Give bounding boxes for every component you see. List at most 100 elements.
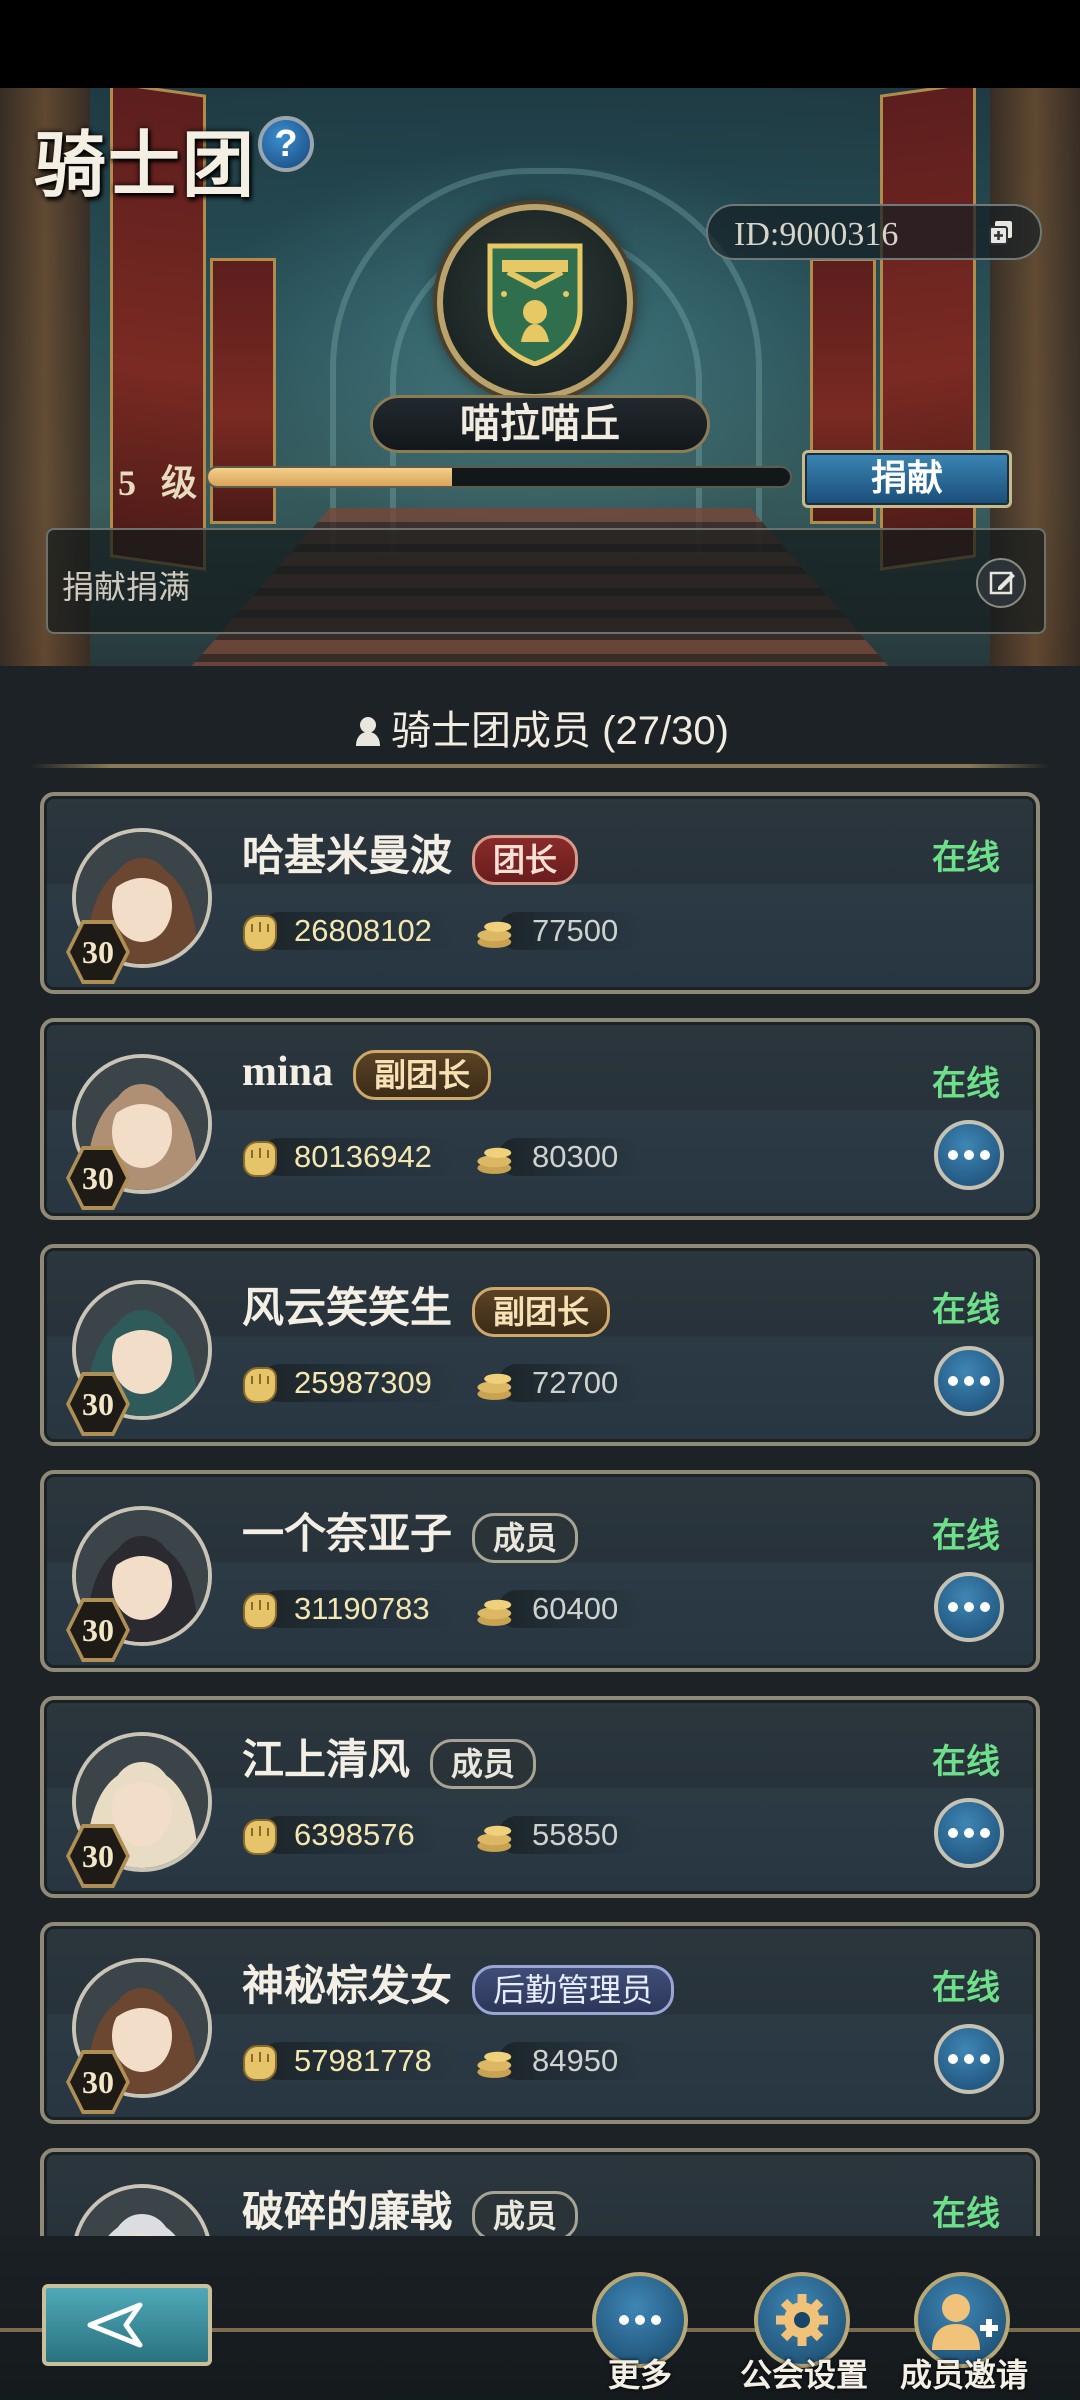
- member-options-button[interactable]: [934, 1798, 1004, 1868]
- power-stat: 26808102: [236, 908, 458, 954]
- member-name: mina: [242, 1049, 334, 1095]
- member-name-row: 破碎的廉戟 成员: [242, 2178, 579, 2236]
- help-button[interactable]: ?: [258, 116, 314, 172]
- edit-icon: [989, 571, 1015, 595]
- power-value: 6398576: [260, 1816, 441, 1854]
- role-badge: 团长: [472, 835, 579, 886]
- power-stat: 6398576: [236, 1812, 456, 1858]
- online-status: 在线: [932, 1743, 1000, 1781]
- member-name-row: 一个奈亚子 成员: [242, 1500, 579, 1564]
- more-options-icon: [938, 2028, 1000, 2090]
- guild-notice-text: 捐献捐满: [62, 569, 191, 605]
- coin-stack-icon: [477, 2051, 512, 2078]
- member-card[interactable]: 30 风云笑笑生 副团长 在线 25987309 72700: [40, 1244, 1040, 1446]
- coin-stat: 84950: [474, 2038, 674, 2084]
- coin-stack-icon: [477, 1373, 512, 1400]
- online-status: 在线: [932, 2195, 1000, 2233]
- power-value: 25987309: [260, 1364, 458, 1402]
- more-options-icon: [938, 1124, 1000, 1186]
- coin-stack-icon: [477, 1599, 512, 1626]
- guild-level-progress: [206, 466, 792, 488]
- member-name-row: 江上清风 成员: [242, 1726, 537, 1790]
- page-title: 骑士团: [34, 126, 257, 206]
- power-value: 80136942: [260, 1138, 458, 1176]
- guild-settings-label: 公会设置: [740, 2357, 869, 2393]
- shield-icon: [487, 243, 583, 366]
- coin-stat: 72700: [474, 1360, 674, 1406]
- member-card[interactable]: 30 mina 副团长 在线 80136942 80300: [40, 1018, 1040, 1220]
- member-list[interactable]: 30 哈基米曼波 团长 在线 26808102 77500 30 mina 副团长 在线 80136…: [0, 788, 1080, 2236]
- status-bar: [0, 0, 1080, 88]
- role-badge: 副团长: [353, 1050, 492, 1101]
- member-name: 一个奈亚子: [242, 1512, 453, 1558]
- fist-icon: [243, 1367, 277, 1403]
- edit-notice-button[interactable]: [976, 558, 1026, 608]
- member-card[interactable]: 30 江上清风 成员 在线 6398576 55850: [40, 1696, 1040, 1898]
- power-value: 31190783: [260, 1590, 456, 1628]
- role-badge: 成员: [472, 2191, 579, 2236]
- fist-icon: [243, 1141, 277, 1177]
- power-stat: 80136942: [236, 1134, 458, 1180]
- more-label: 更多: [607, 2357, 672, 2393]
- coin-stat: 80300: [474, 1134, 674, 1180]
- member-name: 江上清风: [242, 1738, 411, 1784]
- member-name-row: 神秘棕发女 后勤管理员: [242, 1952, 675, 2016]
- member-icon: [356, 717, 381, 746]
- power-value: 26808102: [260, 912, 458, 950]
- role-badge: 成员: [430, 1739, 537, 1790]
- guild-id: ID:9000316: [734, 216, 899, 253]
- member-card[interactable]: 破碎的廉戟 成员 在线: [40, 2148, 1040, 2236]
- coin-value: 84950: [498, 2042, 645, 2080]
- members-section-label: 骑士团成员 (27/30): [391, 709, 729, 753]
- coin-value: 60400: [498, 1590, 645, 1628]
- coin-stack-icon: [477, 1825, 512, 1852]
- back-button[interactable]: [42, 2284, 212, 2366]
- guild-name-plate: 喵拉喵丘: [370, 395, 710, 453]
- member-name: 风云笑笑生: [242, 1286, 453, 1332]
- online-status: 在线: [932, 1065, 1000, 1103]
- member-options-button[interactable]: [934, 1346, 1004, 1416]
- member-card[interactable]: 30 一个奈亚子 成员 在线 31190783 60400: [40, 1470, 1040, 1672]
- guild-id-pill: ID:9000316: [706, 204, 1042, 260]
- power-stat: 31190783: [236, 1586, 456, 1632]
- fist-icon: [243, 915, 277, 951]
- member-card[interactable]: 30 哈基米曼波 团长 在线 26808102 77500: [40, 792, 1040, 994]
- guild-emblem: [437, 204, 633, 400]
- member-card[interactable]: 30 神秘棕发女 后勤管理员 在线 57981778 84950: [40, 1922, 1040, 2124]
- member-name: 破碎的廉戟: [242, 2190, 453, 2236]
- guild-level-progress-fill: [208, 468, 453, 486]
- role-badge: 成员: [472, 1513, 579, 1564]
- member-options-button[interactable]: [934, 2024, 1004, 2094]
- help-icon: ?: [274, 122, 298, 165]
- member-name-row: mina 副团长: [242, 1048, 492, 1101]
- coin-value: 77500: [498, 912, 645, 950]
- avatar[interactable]: [72, 2184, 212, 2236]
- section-divider: [30, 764, 1050, 768]
- fist-icon: [243, 2045, 277, 2081]
- fist-icon: [243, 1819, 277, 1855]
- member-name-row: 风云笑笑生 副团长: [242, 1274, 611, 1338]
- member-name: 神秘棕发女: [242, 1964, 453, 2010]
- coin-stack-icon: [477, 921, 512, 948]
- coin-value: 55850: [498, 1816, 645, 1854]
- donate-button[interactable]: 捐献: [802, 450, 1012, 508]
- guild-level: 5 级: [118, 463, 206, 503]
- avatar-portrait: [76, 2188, 208, 2236]
- guild-name: 喵拉喵丘: [460, 401, 620, 446]
- member-name-row: 哈基米曼波 团长: [242, 822, 579, 886]
- coin-value: 72700: [498, 1364, 645, 1402]
- member-options-button[interactable]: [934, 1120, 1004, 1190]
- coin-stat: 77500: [474, 908, 674, 954]
- online-status: 在线: [932, 839, 1000, 877]
- back-arrow-icon: [87, 2302, 143, 2348]
- power-value: 57981778: [260, 2042, 458, 2080]
- fist-icon: [243, 1593, 277, 1629]
- role-badge: 后勤管理员: [472, 1965, 675, 2016]
- member-name: 哈基米曼波: [242, 834, 453, 880]
- online-status: 在线: [932, 1517, 1000, 1555]
- coin-stat: 60400: [474, 1586, 674, 1632]
- member-options-button[interactable]: [934, 1572, 1004, 1642]
- copy-icon[interactable]: [988, 220, 1014, 246]
- online-status: 在线: [932, 1291, 1000, 1329]
- more-options-icon: [938, 1802, 1000, 1864]
